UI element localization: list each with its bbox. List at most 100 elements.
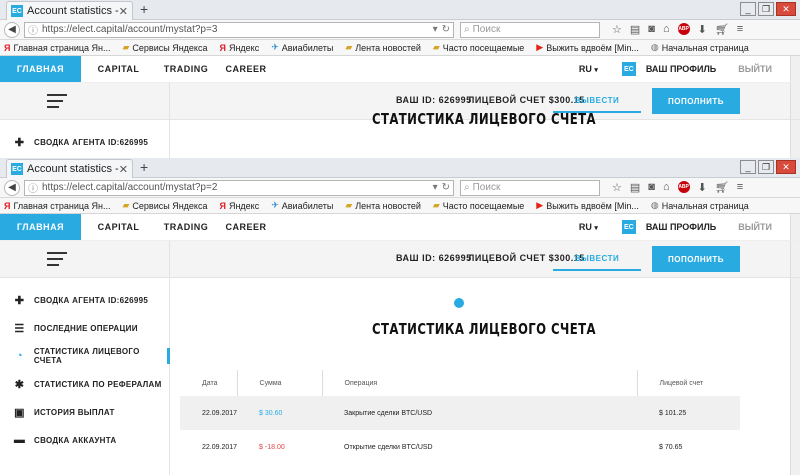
new-tab-button[interactable]: + xyxy=(140,1,148,17)
hamburger-menu-icon[interactable] xyxy=(47,94,67,112)
clipboard-icon[interactable]: ▤ xyxy=(630,181,640,194)
star-icon[interactable]: ☆ xyxy=(612,181,622,194)
download-icon[interactable]: ⬇ xyxy=(698,23,707,36)
pocket-icon[interactable]: ◙ xyxy=(648,181,655,194)
bookmark-item[interactable]: ▰ Часто посещаемые xyxy=(433,200,524,211)
menu-item-career[interactable]: CAREER xyxy=(216,56,276,82)
deposit-button[interactable]: ПОПОЛНИТЬ xyxy=(652,246,740,272)
bookmark-item[interactable]: ▰ Сервисы Яндекса xyxy=(123,200,208,211)
close-tab-icon[interactable]: ✕ xyxy=(119,163,128,176)
menu-item-career[interactable]: CAREER xyxy=(216,214,276,240)
withdraw-button[interactable]: ВЫВЕСТИ xyxy=(553,247,641,271)
adblock-icon[interactable]: ABP xyxy=(677,23,690,35)
logout-link[interactable]: ВЫЙТИ xyxy=(738,64,772,74)
bookmark-item[interactable]: ▶ Выжить вдвоём [Min... xyxy=(536,42,639,53)
bookmark-item[interactable]: Я Главная страница Ян... xyxy=(4,201,111,211)
sidebar-item-payout-history[interactable]: ▣ ИСТОРИЯ ВЫПЛАТ xyxy=(0,398,169,426)
menu-icon[interactable]: ≡ xyxy=(737,181,743,194)
bookmark-item[interactable]: ▰ Лента новостей xyxy=(345,42,421,53)
browser-tab[interactable]: EC Account statistics - Elect ✕ xyxy=(6,1,133,20)
address-bar[interactable]: ⓘ https://elect.capital/account/mystat?p… xyxy=(24,21,454,38)
logout-link[interactable]: ВЫЙТИ xyxy=(738,222,772,232)
bookmark-item[interactable]: Я Яндекс xyxy=(219,43,259,53)
bookmark-label: Сервисы Яндекса xyxy=(132,200,208,211)
menu-item-main[interactable]: ГЛАВНАЯ xyxy=(0,214,81,240)
search-placeholder: Поиск xyxy=(472,182,501,193)
sidebar: ✚ СВОДКА АГЕНТА ID:626995 ☰ ПОСЛЕДНИЕ ОП… xyxy=(0,278,170,475)
back-icon[interactable]: ◀ xyxy=(4,179,20,196)
search-placeholder: Поиск xyxy=(472,24,501,35)
dropdown-icon[interactable]: ▾ xyxy=(433,182,438,193)
sidebar-item-account-summary[interactable]: ▬ СВОДКА АККАУНТА xyxy=(0,426,169,454)
scrollbar[interactable] xyxy=(790,278,800,475)
sidebar-item-label: СТАТИСТИКА ПО РЕФЕРАЛАМ xyxy=(34,379,162,389)
reload-icon[interactable]: ↻ xyxy=(442,24,450,35)
maximize-button[interactable]: ❐ xyxy=(758,2,774,16)
scrollbar[interactable] xyxy=(790,241,800,277)
close-window-button[interactable]: ✕ xyxy=(776,2,796,16)
pocket-icon[interactable]: ◙ xyxy=(648,23,655,36)
menu-item-trading[interactable]: TRADING xyxy=(156,214,216,240)
menu-item-capital[interactable]: CAPITAL xyxy=(81,214,156,240)
sidebar-item-label: СТАТИСТИКА ЛИЦЕВОГО СЧЕТА xyxy=(33,347,140,365)
sidebar-item-referral-statistics[interactable]: ✱ СТАТИСТИКА ПО РЕФЕРАЛАМ xyxy=(0,370,169,398)
sidebar-item-agent-summary[interactable]: ✚ СВОДКА АГЕНТА ID:626995 xyxy=(0,128,169,156)
minimize-button[interactable]: _ xyxy=(740,2,756,16)
table-row[interactable]: 22.09.2017 $ -18.00 Открытие сделки BTC/… xyxy=(180,430,740,464)
bookmark-item[interactable]: ✈ Авиабилеты xyxy=(271,200,333,211)
bookmark-item[interactable]: ✈ Авиабилеты xyxy=(271,42,333,53)
table-row[interactable]: 22.09.2017 $ 30.60 Закрытие сделки BTC/U… xyxy=(180,396,740,430)
home-icon[interactable]: ⌂ xyxy=(663,181,670,194)
info-icon[interactable]: ⓘ xyxy=(28,180,38,195)
minimize-button[interactable]: _ xyxy=(740,160,756,174)
menu-item-capital[interactable]: CAPITAL xyxy=(81,56,156,82)
scrollbar[interactable] xyxy=(790,120,800,158)
hamburger-menu-icon[interactable] xyxy=(47,252,67,270)
close-tab-icon[interactable]: ✕ xyxy=(119,5,128,18)
menu-item-trading[interactable]: TRADING xyxy=(156,56,216,82)
dropdown-icon[interactable]: ▾ xyxy=(433,24,438,35)
sidebar-item-agent-summary[interactable]: ✚ СВОДКА АГЕНТА ID:626995 xyxy=(0,286,169,314)
cart-icon[interactable]: 🛒︎ xyxy=(715,181,729,194)
browser-tab[interactable]: EC Account statistics - Elect ✕ xyxy=(6,159,133,178)
menu-item-main[interactable]: ГЛАВНАЯ xyxy=(0,56,81,82)
cell-balance: $ 70.65 xyxy=(659,443,683,451)
maximize-button[interactable]: ❐ xyxy=(758,160,774,174)
back-icon[interactable]: ◀ xyxy=(4,21,20,38)
sidebar: ✚ СВОДКА АГЕНТА ID:626995 xyxy=(0,120,170,158)
address-bar[interactable]: ⓘ https://elect.capital/account/mystat?p… xyxy=(24,179,454,196)
search-input[interactable]: ⌕ Поиск xyxy=(460,179,600,196)
bookmark-item[interactable]: Я Главная страница Ян... xyxy=(4,43,111,53)
cart-icon[interactable]: 🛒︎ xyxy=(715,23,729,36)
language-select[interactable]: RU ▾ xyxy=(579,64,598,74)
bookmark-item[interactable]: ▰ Часто посещаемые xyxy=(433,42,524,53)
site-menu: ГЛАВНАЯ CAPITAL TRADING CAREER xyxy=(0,56,276,82)
language-select[interactable]: RU ▾ xyxy=(579,222,598,232)
bookmark-item[interactable]: ▶ Выжить вдвоём [Min... xyxy=(536,200,639,211)
profile-link[interactable]: ВАШ ПРОФИЛЬ xyxy=(646,222,716,232)
bookmark-item[interactable]: ▰ Лента новостей xyxy=(345,200,421,211)
scrollbar[interactable] xyxy=(790,56,800,82)
reload-icon[interactable]: ↻ xyxy=(442,182,450,193)
home-icon[interactable]: ⌂ xyxy=(663,23,670,36)
bookmark-item[interactable]: Я Яндекс xyxy=(219,201,259,211)
bookmark-item[interactable]: ◍ Начальная страница xyxy=(651,200,749,211)
new-tab-button[interactable]: + xyxy=(140,159,148,175)
search-input[interactable]: ⌕ Поиск xyxy=(460,21,600,38)
tab-title: Account statistics - Elect xyxy=(27,163,119,175)
info-icon[interactable]: ⓘ xyxy=(28,22,38,37)
adblock-icon[interactable]: ABP xyxy=(677,181,690,193)
clipboard-icon[interactable]: ▤ xyxy=(630,23,640,36)
download-icon[interactable]: ⬇ xyxy=(698,181,707,194)
bookmark-item[interactable]: ▰ Сервисы Яндекса xyxy=(123,42,208,53)
scrollbar[interactable] xyxy=(790,214,800,240)
bookmark-item[interactable]: ◍ Начальная страница xyxy=(651,42,749,53)
star-icon[interactable]: ☆ xyxy=(612,23,622,36)
deposit-button[interactable]: ПОПОЛНИТЬ xyxy=(652,88,740,114)
close-window-button[interactable]: ✕ xyxy=(776,160,796,174)
sidebar-item-recent-operations[interactable]: ☰ ПОСЛЕДНИЕ ОПЕРАЦИИ xyxy=(0,314,169,342)
scrollbar[interactable] xyxy=(790,83,800,119)
profile-link[interactable]: ВАШ ПРОФИЛЬ xyxy=(646,64,716,74)
menu-icon[interactable]: ≡ xyxy=(737,23,743,36)
sidebar-item-account-statistics[interactable]: ◔ СТАТИСТИКА ЛИЦЕВОГО СЧЕТА xyxy=(0,342,170,370)
